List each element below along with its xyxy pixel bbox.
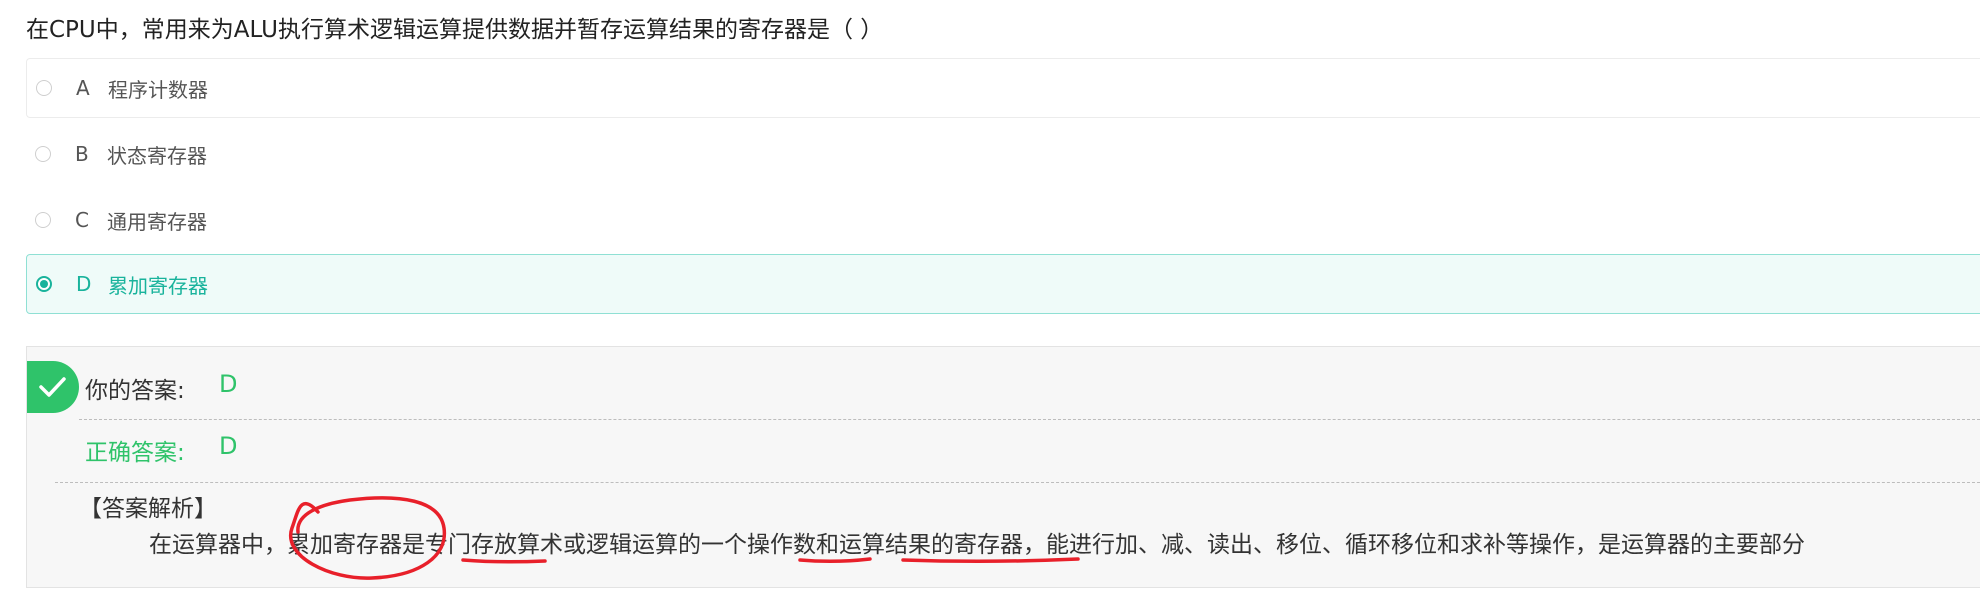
- your-answer-label: 你的答案:: [85, 378, 185, 404]
- option-b[interactable]: B 状态寄存器: [26, 124, 1980, 184]
- radio-button[interactable]: [36, 80, 52, 96]
- radio-button[interactable]: [35, 212, 51, 228]
- option-letter: D: [76, 272, 92, 296]
- option-label: 累加寄存器: [108, 273, 208, 298]
- option-label: 程序计数器: [108, 77, 208, 102]
- analysis-title: 【答案解析】: [79, 496, 217, 522]
- your-answer-value: D: [219, 370, 238, 398]
- option-letter: C: [75, 208, 89, 232]
- correct-answer-value: D: [219, 432, 238, 460]
- divider: [79, 419, 1980, 420]
- correct-answer-label: 正确答案:: [85, 440, 185, 466]
- option-label: 状态寄存器: [107, 143, 207, 168]
- option-a[interactable]: A 程序计数器: [26, 58, 1980, 118]
- analysis-text: 在运算器中，累加寄存器是专门存放算术或逻辑运算的一个操作数和运算结果的寄存器，能…: [149, 532, 1805, 558]
- checkmark-icon: [27, 361, 79, 413]
- radio-button-selected[interactable]: [36, 276, 52, 292]
- option-c[interactable]: C 通用寄存器: [26, 190, 1980, 250]
- radio-button[interactable]: [35, 146, 51, 162]
- option-label: 通用寄存器: [107, 209, 207, 234]
- option-letter: A: [76, 76, 90, 100]
- divider: [55, 482, 1980, 483]
- quiz-page: 在CPU中，常用来为ALU执行算术逻辑运算提供数据并暂存运算结果的寄存器是（ ）…: [0, 0, 1980, 597]
- question-text: 在CPU中，常用来为ALU执行算术逻辑运算提供数据并暂存运算结果的寄存器是（ ）: [26, 17, 884, 43]
- answer-panel: 你的答案: D 正确答案: D 【答案解析】 在运算器中，累加寄存器是专门存放算…: [26, 346, 1980, 588]
- option-letter: B: [75, 142, 89, 166]
- option-d[interactable]: D 累加寄存器: [26, 254, 1980, 314]
